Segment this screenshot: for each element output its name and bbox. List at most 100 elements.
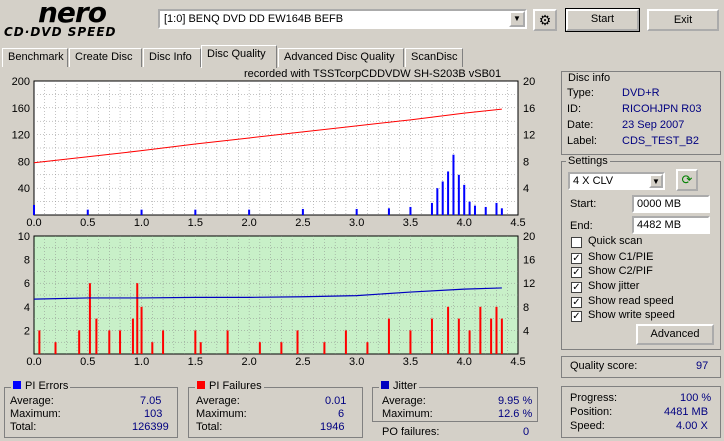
top-x-tick-label: 2.5 — [295, 217, 310, 229]
bottom-x-tick-label: 0.0 — [26, 356, 41, 368]
chevron-down-icon[interactable]: ▼ — [649, 174, 663, 188]
tab-scandisc[interactable]: ScanDisc — [405, 48, 463, 67]
start-button[interactable]: Start — [565, 8, 640, 32]
top-y-right-tick-label: 16 — [523, 103, 535, 115]
bottom-bar — [136, 283, 139, 354]
quick-scan-checkbox[interactable] — [571, 237, 582, 248]
top-bar — [468, 201, 471, 215]
bottom-bar — [226, 330, 229, 354]
bottom-bar — [409, 330, 412, 354]
refresh-icon[interactable]: ⟳ — [676, 169, 698, 191]
top-y-right-tick-label: 8 — [523, 156, 529, 168]
start-field[interactable]: 0000 MB — [632, 195, 710, 213]
show-c2-checkbox[interactable]: ✓ — [571, 267, 582, 278]
po-failures-value: 0 — [523, 426, 530, 438]
bottom-bar — [366, 342, 369, 354]
top-y-left-tick-label: 200 — [12, 76, 30, 88]
exit-button[interactable]: Exit — [647, 9, 719, 31]
bottom-y-right-tick-label: 4 — [523, 325, 529, 337]
show-c1-label: Show C1/PIE — [588, 251, 654, 263]
bottom-bar — [387, 318, 390, 354]
top-bar — [463, 184, 466, 215]
jitter-avg-label: Average: — [382, 395, 426, 407]
bottom-bar — [500, 318, 503, 354]
top-x-tick-label: 1.0 — [134, 217, 149, 229]
jitter-legend-icon — [381, 381, 389, 389]
drive-select[interactable]: [1:0] BENQ DVD DD EW164B BEFB ▼ — [158, 9, 527, 29]
tab-advanced-disc-quality[interactable]: Advanced Disc Quality — [278, 48, 404, 67]
bottom-bar — [258, 342, 261, 354]
bottom-bar — [199, 342, 202, 354]
top-bar — [301, 208, 304, 215]
pi-errors-legend-icon — [13, 381, 21, 389]
bottom-x-tick-label: 2.5 — [295, 356, 310, 368]
top-y-left-tick-label: 40 — [18, 183, 30, 195]
top-bar — [452, 154, 455, 215]
tab-disc-quality[interactable]: Disc Quality — [201, 45, 277, 68]
bottom-bar — [323, 342, 326, 354]
top-y-left-tick-label: 160 — [12, 103, 30, 115]
top-bar — [441, 181, 444, 215]
speed-value: 4.00 X — [676, 420, 708, 432]
quick-scan-label: Quick scan — [588, 235, 643, 247]
bottom-y-left-tick-label: 10 — [18, 231, 30, 243]
bottom-x-tick-label: 2.0 — [241, 356, 256, 368]
show-write-checkbox[interactable]: ✓ — [571, 311, 582, 322]
pi-errors-avg-label: Average: — [10, 395, 54, 407]
bottom-bar — [119, 330, 122, 354]
bottom-bar — [95, 318, 98, 354]
top-x-tick-label: 4.5 — [510, 217, 525, 229]
label-label: Label: — [567, 135, 597, 147]
pi-failures-max-label: Maximum: — [196, 408, 247, 420]
top-bar — [387, 208, 390, 215]
bottom-bar — [131, 318, 134, 354]
top-y-right-tick-label: 4 — [523, 183, 529, 195]
top-y-left-tick-label: 80 — [18, 156, 30, 168]
pi-errors-title: PI Errors — [11, 380, 71, 392]
top-bar — [409, 206, 412, 215]
charts-area: recorded with TSSTcorpCDDVDW SH-S203B vS… — [4, 66, 556, 368]
position-value: 4481 MB — [664, 406, 709, 418]
pi-failures-avg: 0.01 — [325, 395, 347, 407]
top-bar — [457, 174, 460, 215]
bottom-bar — [162, 330, 165, 354]
date-label: Date: — [567, 119, 594, 131]
show-read-label: Show read speed — [588, 295, 674, 307]
bottom-y-right-tick-label: 8 — [523, 302, 529, 314]
top-bar — [194, 209, 197, 215]
eject-refresh-icon[interactable]: ⚙ — [533, 9, 557, 31]
advanced-button[interactable]: Advanced — [636, 324, 714, 345]
tab-disc-info[interactable]: Disc Info — [143, 48, 201, 67]
drive-select-value: [1:0] BENQ DVD DD EW164B BEFB — [164, 13, 344, 25]
speed-select[interactable]: 4 X CLV ▼ — [568, 172, 665, 190]
bottom-bar — [495, 306, 498, 354]
show-jitter-label: Show jitter — [588, 280, 640, 292]
top-bar — [355, 208, 358, 215]
end-field[interactable]: 4482 MB — [632, 216, 710, 234]
top-bar — [436, 188, 439, 215]
pi-errors-total: 126399 — [132, 421, 169, 433]
show-c1-checkbox[interactable]: ✓ — [571, 253, 582, 264]
top-bar — [473, 205, 476, 215]
show-jitter-checkbox[interactable]: ✓ — [571, 282, 582, 293]
top-bar — [33, 204, 35, 215]
bottom-x-tick-label: 3.5 — [403, 356, 418, 368]
label-value: CDS_TEST_B2 — [622, 135, 700, 147]
end-label: End: — [570, 220, 593, 232]
start-label: Start: — [570, 198, 597, 210]
bottom-bar — [38, 330, 41, 354]
show-read-checkbox[interactable]: ✓ — [571, 297, 582, 308]
top-bar — [140, 209, 143, 215]
bottom-bar — [468, 330, 471, 354]
pi-failures-legend-icon — [197, 381, 205, 389]
top-y-left-tick-label: 120 — [12, 130, 30, 142]
tab-create-disc[interactable]: Create Disc — [69, 48, 142, 67]
tab-benchmark[interactable]: Benchmark — [2, 48, 68, 67]
bottom-bar — [140, 306, 143, 354]
bottom-y-right-tick-label: 12 — [523, 278, 535, 290]
jitter-max-label: Maximum: — [382, 408, 433, 420]
chevron-down-icon[interactable]: ▼ — [509, 11, 525, 27]
bottom-bar — [344, 330, 347, 354]
bottom-bar — [78, 330, 81, 354]
progress-label: Progress: — [570, 392, 618, 404]
